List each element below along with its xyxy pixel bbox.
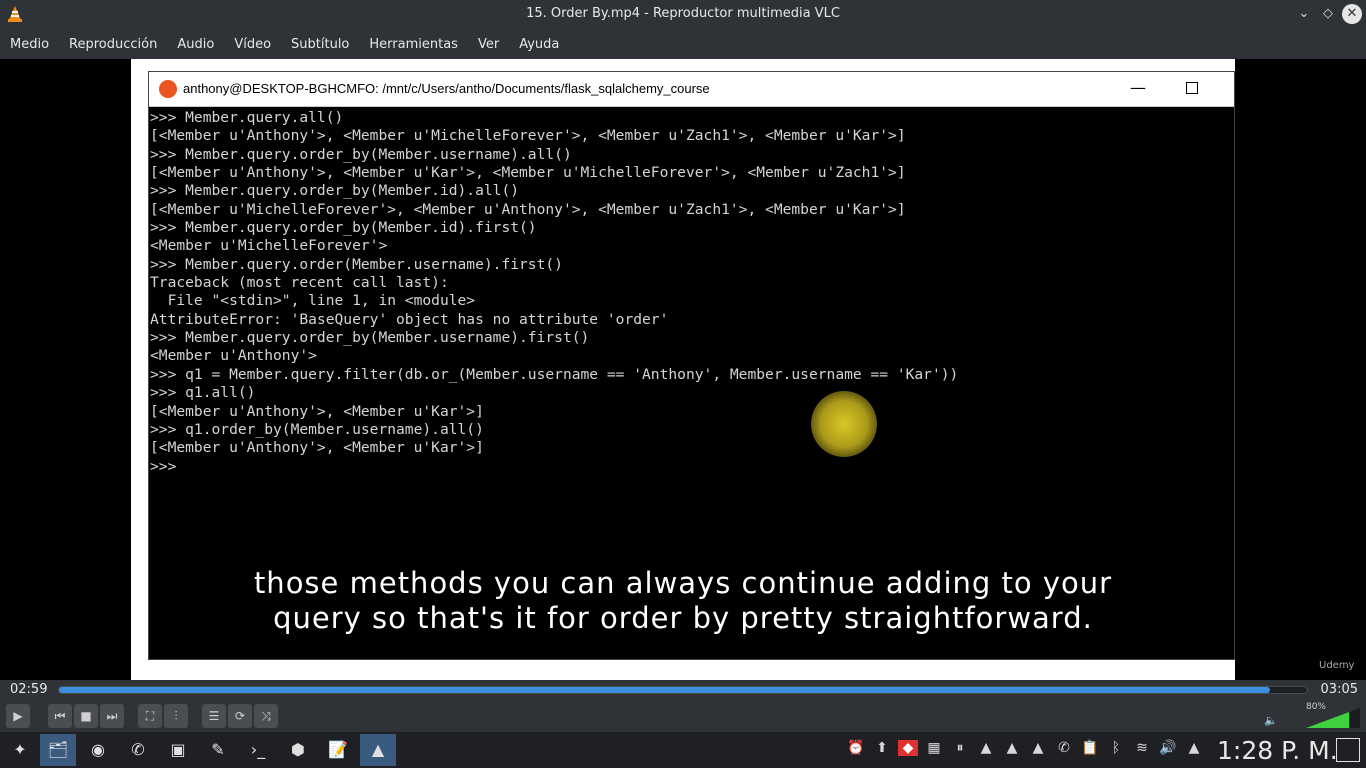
file-manager-icon[interactable]: 🗂 (40, 734, 76, 766)
terminal-titlebar: anthony@DESKTOP-BGHCMFO: /mnt/c/Users/an… (149, 72, 1234, 107)
stop-icon[interactable]: ■ (74, 704, 98, 728)
terminal-line: >>> q1 = Member.query.filter(db.or_(Memb… (150, 365, 959, 383)
pycharm-icon[interactable]: ▣ (160, 734, 196, 766)
terminal-line: >>> q1.order_by(Member.username).all() (150, 420, 484, 438)
terminal-line: File "<stdin>", line 1, in <module> (150, 292, 476, 310)
menu-video[interactable]: Vídeo (234, 37, 271, 52)
terminal-line: <Member u'Anthony'> (150, 347, 317, 365)
vlc-tray-icon[interactable]: ▲ (976, 740, 996, 756)
terminal-line: [<Member u'Anthony'>, <Member u'Kar'>] (150, 402, 484, 420)
total-time: 03:05 (1320, 682, 1358, 697)
menu-subtitulo[interactable]: Subtítulo (291, 37, 349, 52)
subtitle-line: query so that's it for order by pretty s… (273, 601, 1093, 635)
keepass-icon[interactable]: ⬢ (280, 734, 316, 766)
terminal-line: [<Member u'MichelleForever'>, <Member u'… (150, 200, 906, 218)
seek-progress (59, 687, 1270, 693)
terminal-line: >>> Member.query.order_by(Member.usernam… (150, 329, 590, 347)
anydesk-icon[interactable]: ◆ (898, 740, 918, 756)
video-area[interactable]: anthony@DESKTOP-BGHCMFO: /mnt/c/Users/an… (0, 59, 1366, 680)
wifi-icon[interactable]: ≋ (1132, 740, 1152, 756)
update-icon[interactable]: ⬆ (872, 740, 892, 756)
alarm-icon[interactable]: ⏰ (846, 740, 866, 756)
show-desktop-icon[interactable] (1336, 738, 1360, 762)
previous-icon[interactable]: ⏮ (48, 704, 72, 728)
play-button[interactable]: ▶ (6, 704, 30, 728)
terminal-line: >>> Member.query.order_by(Member.id).fir… (150, 219, 537, 237)
menu-medio[interactable]: Medio (10, 37, 49, 52)
minimize-button[interactable]: ⌄ (1294, 4, 1314, 24)
terminal-line: Traceback (most recent call last): (150, 274, 449, 292)
shuffle-icon[interactable]: ⤨ (254, 704, 278, 728)
terminal-title: anthony@DESKTOP-BGHCMFO: /mnt/c/Users/an… (183, 81, 710, 96)
vlc-taskbar-icon[interactable]: ▲ (360, 734, 396, 766)
terminal-line: >>> (150, 457, 186, 475)
terminal-minimize-icon: — (1130, 78, 1146, 97)
cursor-highlight (811, 391, 877, 457)
terminal-maximize-icon (1186, 82, 1198, 94)
close-button[interactable]: ✕ (1342, 4, 1362, 24)
volume-tray-icon[interactable]: 🔊 (1158, 740, 1178, 756)
fullscreen-icon[interactable]: ⛶ (138, 704, 162, 728)
control-bar: ▶ ⏮ ■ ⏭ ⛶ ⫶ ☰ ⟳ ⤨ 🔈 80% (0, 700, 1366, 732)
terminal-line: [<Member u'Anthony'>, <Member u'Kar'>] (150, 439, 484, 457)
gimp-icon[interactable]: ✎ (200, 734, 236, 766)
chrome-icon[interactable]: ◉ (80, 734, 116, 766)
restore-button[interactable]: ◇ (1318, 4, 1338, 24)
terminal-line: >>> Member.query.all() (150, 109, 344, 126)
menu-reproduccion[interactable]: Reproducción (69, 37, 157, 52)
subtitle-line: those methods you can always continue ad… (253, 566, 1113, 600)
app-launcher-icon[interactable]: ✦ (2, 734, 38, 766)
text-editor-icon[interactable]: 📝 (320, 734, 356, 766)
seek-slider[interactable] (58, 686, 1308, 694)
menu-ayuda[interactable]: Ayuda (519, 37, 559, 52)
window-titlebar: 15. Order By.mp4 - Reproductor multimedi… (0, 0, 1366, 29)
vlc-tray-icon-2[interactable]: ▲ (1002, 740, 1022, 756)
terminal-line: >>> q1.all() (150, 384, 256, 402)
menu-audio[interactable]: Audio (177, 37, 214, 52)
loop-icon[interactable]: ⟳ (228, 704, 252, 728)
menu-bar: Medio Reproducción Audio Vídeo Subtítulo… (0, 29, 1366, 59)
extended-settings-icon[interactable]: ⫶ (164, 704, 188, 728)
terminal-line: >>> Member.query.order(Member.username).… (150, 255, 563, 273)
next-icon[interactable]: ⏭ (100, 704, 124, 728)
terminal-line: [<Member u'Anthony'>, <Member u'Kar'>, <… (150, 164, 906, 182)
whatsapp-icon[interactable]: ✆ (120, 734, 156, 766)
window-title: 15. Order By.mp4 - Reproductor multimedi… (526, 6, 840, 21)
ubuntu-icon (159, 80, 177, 98)
speaker-icon[interactable]: 🔈 (1264, 714, 1278, 727)
vlc-tray-icon-3[interactable]: ▲ (1028, 740, 1048, 756)
terminal-line: >>> Member.query.order_by(Member.usernam… (150, 145, 572, 163)
subtitles: those methods you can always continue ad… (0, 566, 1366, 636)
elapsed-time: 02:59 (10, 682, 48, 697)
menu-herramientas[interactable]: Herramientas (369, 37, 458, 52)
volume-slider[interactable] (1306, 708, 1360, 728)
terminal-line: [<Member u'Anthony'>, <Member u'Michelle… (150, 127, 906, 145)
seek-bar-row: 02:59 03:05 (0, 680, 1366, 700)
clock[interactable]: 1:28 P. M. (1217, 736, 1338, 765)
terminal-line: >>> Member.query.order_by(Member.id).all… (150, 182, 520, 200)
whatsapp-tray-icon[interactable]: ✆ (1054, 740, 1074, 756)
playlist-icon[interactable]: ☰ (202, 704, 226, 728)
tray-expand-icon[interactable]: ▲ (1184, 740, 1204, 756)
monitor-icon[interactable]: ▦ (924, 740, 944, 756)
terminal-line: AttributeError: 'BaseQuery' object has n… (150, 310, 669, 328)
terminal-icon[interactable]: ›_ (240, 734, 276, 766)
terminal-line: <Member u'MichelleForever'> (150, 237, 388, 255)
clipboard-icon[interactable]: 📋 (1080, 740, 1100, 756)
pause-icon[interactable]: ⏸ (950, 740, 970, 756)
bluetooth-icon[interactable]: ᛒ (1106, 740, 1126, 756)
menu-ver[interactable]: Ver (478, 37, 499, 52)
taskbar: ✦ 🗂 ◉ ✆ ▣ ✎ ›_ ⬢ 📝 ▲ ⏰ ⬆ ◆ ▦ ⏸ ▲ ▲ ▲ ✆ 📋… (0, 732, 1366, 768)
udemy-watermark: Udemy (1319, 660, 1355, 671)
